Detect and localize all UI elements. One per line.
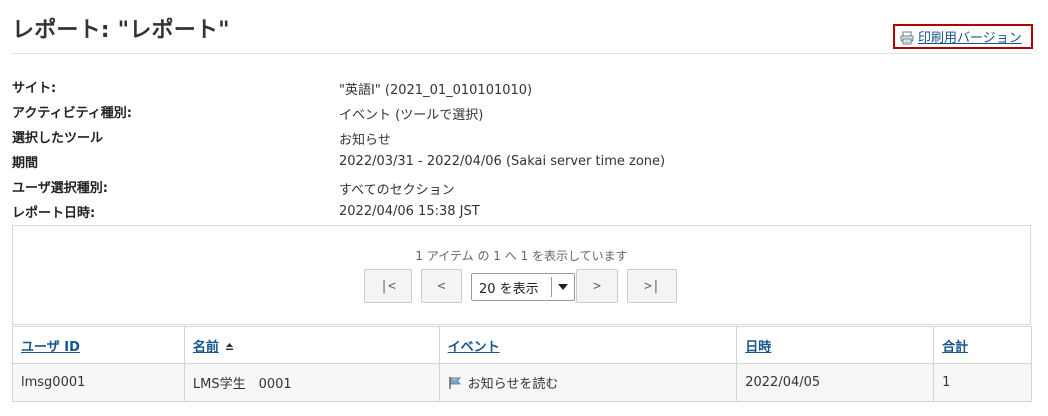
cell-name: LMS学生 0001 <box>183 363 440 402</box>
table-header-row: ユーザ ID 名前 イベント 日時 合計 <box>12 326 1032 364</box>
info-row-user-selection: ユーザ選択種別: すべてのセクション <box>12 177 1012 198</box>
sort-link-name[interactable]: 名前 <box>193 340 219 355</box>
printer-icon <box>900 30 914 44</box>
first-page-button[interactable]: |< <box>364 269 412 303</box>
info-value: すべてのセクション <box>339 183 455 198</box>
info-row-site: サイト: "英語Ⅰ" (2021_01_010101010) <box>12 77 1012 98</box>
last-page-button[interactable]: >| <box>627 269 677 303</box>
info-value: 2022/03/31 - 2022/04/06 (Sakai server ti… <box>339 154 666 169</box>
cell-event: お知らせを読む <box>438 363 738 402</box>
col-header-total[interactable]: 合計 <box>933 326 1032 364</box>
cell-date: 2022/04/05 <box>736 363 935 402</box>
chevron-down-icon <box>552 284 574 290</box>
pager: 1 アイテム の 1 へ 1 を表示しています |< < 20 を表示 > >| <box>12 225 1031 325</box>
info-value: 2022/04/06 15:38 JST <box>339 204 480 219</box>
info-key: ユーザ選択種別: <box>12 181 108 196</box>
col-header-event[interactable]: イベント <box>438 326 738 364</box>
report-table: ユーザ ID 名前 イベント 日時 合計 lmsg0001 LMS学生 0001… <box>12 326 1032 402</box>
col-header-name[interactable]: 名前 <box>183 326 440 364</box>
info-value: イベント (ツールで選択) <box>339 108 484 123</box>
info-key: アクティビティ種別: <box>12 106 132 121</box>
info-key: 期間 <box>12 156 39 171</box>
title-divider <box>12 53 1032 54</box>
info-row-period: 期間 2022/03/31 - 2022/04/06 (Sakai server… <box>12 152 1012 172</box>
table-row: lmsg0001 LMS学生 0001 お知らせを読む 2022/04/05 1 <box>12 363 1032 402</box>
info-key: サイト: <box>12 81 57 96</box>
page-title: レポート: "レポート" <box>12 18 230 43</box>
print-version-link[interactable]: 印刷用バージョン <box>893 24 1033 49</box>
info-row-activity-type: アクティビティ種別: イベント (ツールで選択) <box>12 102 1012 123</box>
info-row-selected-tool: 選択したツール お知らせ <box>12 127 1012 148</box>
sort-link-user-id[interactable]: ユーザ ID <box>21 340 80 355</box>
sort-link-total[interactable]: 合計 <box>942 340 968 355</box>
sort-link-date[interactable]: 日時 <box>745 340 771 355</box>
sort-ascending-icon <box>225 340 234 355</box>
col-header-date[interactable]: 日時 <box>736 326 935 364</box>
cell-user-id: lmsg0001 <box>12 363 185 402</box>
event-label: お知らせを読む <box>467 377 559 392</box>
print-version-label[interactable]: 印刷用バージョン <box>918 27 1022 46</box>
page-size-select[interactable]: 20 を表示 <box>471 273 575 301</box>
prev-page-button[interactable]: < <box>421 269 462 303</box>
info-key: レポート日時: <box>12 206 96 221</box>
info-value: "英語Ⅰ" (2021_01_010101010) <box>339 83 533 98</box>
flag-icon <box>448 376 462 390</box>
cell-total: 1 <box>933 363 1032 402</box>
next-page-button[interactable]: > <box>576 269 618 303</box>
info-value: お知らせ <box>339 133 391 148</box>
page-size-value: 20 を表示 <box>479 281 539 297</box>
sort-link-event[interactable]: イベント <box>448 340 500 355</box>
info-row-report-date: レポート日時: 2022/04/06 15:38 JST <box>12 202 1012 222</box>
pager-status: 1 アイテム の 1 へ 1 を表示しています <box>415 249 628 263</box>
col-header-user-id[interactable]: ユーザ ID <box>12 326 185 364</box>
info-key: 選択したツール <box>12 131 104 146</box>
